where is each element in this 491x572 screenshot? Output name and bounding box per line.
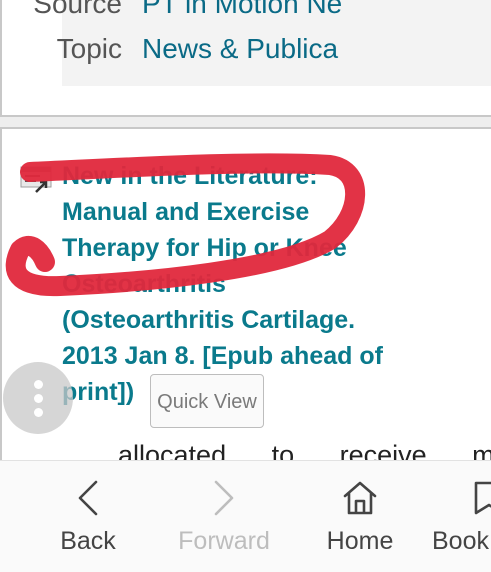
chevron-left-icon — [78, 480, 98, 516]
title-line: 2013 Jan 8. [Epub ahead of — [62, 342, 383, 370]
forward-label: Forward — [178, 527, 270, 555]
more-vertical-icon — [34, 394, 43, 403]
bookmarks-label: Book — [432, 527, 489, 555]
back-button[interactable]: Back — [28, 461, 148, 572]
title-line: Manual and Exercise — [62, 198, 310, 226]
browser-page: Source PT in Motion Ne Topic News & Public… — [0, 0, 491, 572]
topic-label: Topic — [56, 33, 122, 64]
topic-value[interactable]: News & Publica — [142, 33, 338, 65]
more-vertical-icon — [34, 408, 43, 417]
bottom-navigation-bar: Back Forward Home Book — [0, 460, 491, 572]
title-line: Osteoarthritis — [62, 270, 226, 298]
home-button[interactable]: Home — [300, 461, 420, 572]
card-separator — [0, 117, 491, 127]
home-label: Home — [326, 527, 394, 555]
more-vertical-icon — [34, 380, 43, 389]
title-line: Therapy for Hip or Knee — [62, 234, 347, 262]
home-icon — [343, 481, 377, 515]
document-link-icon — [20, 165, 54, 195]
source-value[interactable]: PT in Motion Ne — [142, 0, 342, 20]
article-title-link[interactable]: New in the Literature: Manual and Exerci… — [62, 158, 442, 410]
source-label: Source — [33, 0, 122, 19]
back-label: Back — [60, 527, 116, 555]
source-row: Source PT in Motion Ne — [33, 0, 342, 20]
chevron-right-icon — [214, 480, 234, 516]
forward-button[interactable]: Forward — [164, 461, 284, 572]
title-line: New in the Literature: — [62, 162, 318, 190]
bookmark-icon — [474, 481, 491, 515]
title-line: (Osteoarthritis Cartilage. — [62, 306, 356, 334]
bookmarks-button[interactable]: Book — [420, 461, 491, 572]
topic-row: Topic News & Publica — [57, 33, 338, 65]
quick-view-button[interactable]: Quick View — [150, 374, 264, 428]
more-options-button[interactable] — [3, 362, 73, 434]
